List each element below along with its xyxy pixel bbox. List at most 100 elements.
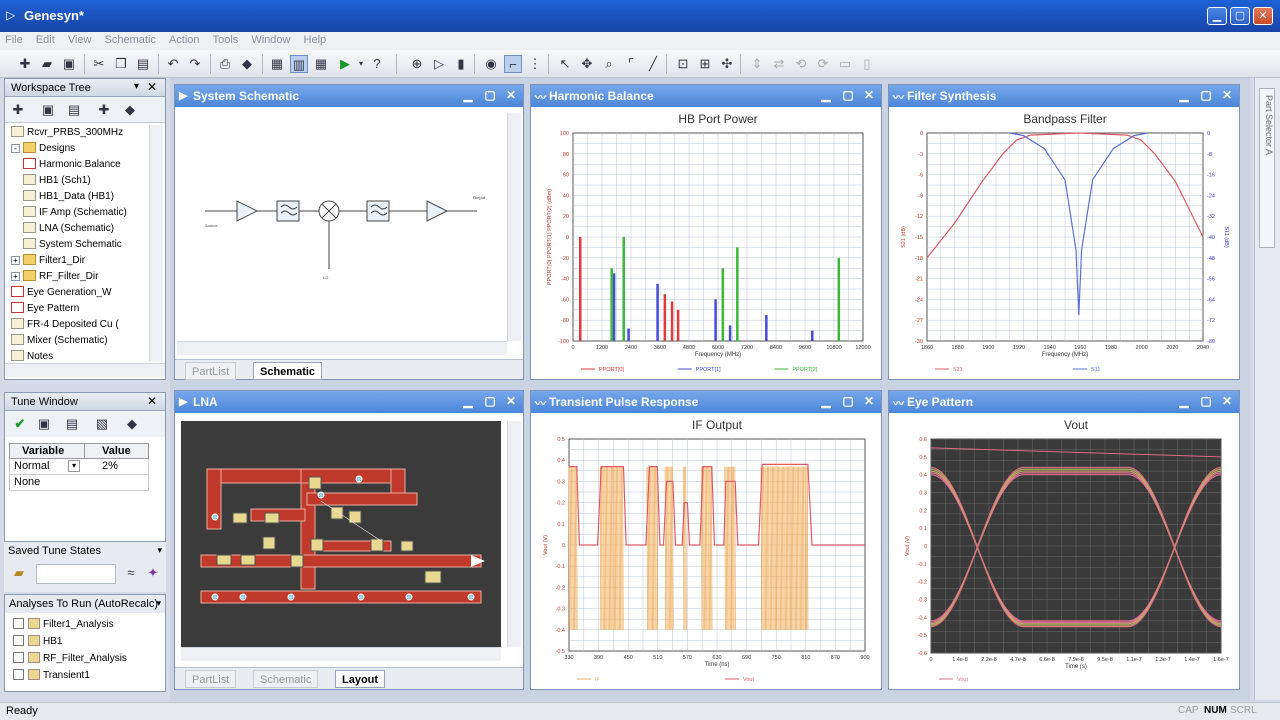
schematic-canvas[interactable]: Source Output LO [177,109,507,341]
window-maximize-icon[interactable]: ▢ [839,393,857,411]
window-close-icon[interactable]: ✕ [1218,393,1236,411]
zoom-center-icon[interactable]: ✣ [718,55,736,73]
analysis-item[interactable]: HB1 [13,634,62,650]
folder-icon[interactable]: ▰ [10,564,28,582]
lna-vscroll[interactable] [507,421,521,647]
window-close-icon[interactable]: ✕ [502,393,520,411]
align-icon[interactable]: ⇕ [748,55,766,73]
tune-row-1-value[interactable]: 2% [102,460,118,472]
rotate-icon[interactable]: ⟲ [792,55,810,73]
gem-icon[interactable]: ◆ [238,55,256,73]
tree-item[interactable]: LNA (Schematic) [23,221,114,237]
maximize-button[interactable]: ▢ [1230,7,1250,25]
tree-item[interactable]: Notes [11,349,53,361]
tree-item[interactable]: FR-4 Deposited Cu ( [11,317,119,333]
bandpass-filter-chart[interactable]: Bandpass Filter 0 -3 -6 -9 -12 -15 -18 -21 -24 -27… [891,109,1237,377]
tab-schematic[interactable]: Schematic [253,362,323,380]
analysis-checkbox[interactable] [13,669,24,680]
window-minimize-icon[interactable]: ▁ [459,393,477,411]
window-maximize-icon[interactable]: ▢ [481,393,499,411]
expand-icon[interactable]: + [11,272,20,281]
window-minimize-icon[interactable]: ▁ [1175,87,1193,105]
window-close-icon[interactable]: ✕ [860,87,878,105]
window-minimize-icon[interactable]: ▁ [1175,393,1193,411]
wire-icon[interactable]: ⌐ [504,55,522,73]
tree-item[interactable]: Rcvr_PRBS_300MHz [11,125,123,141]
window-minimize-icon[interactable]: ▁ [817,393,835,411]
schematic-vscroll[interactable] [507,113,521,341]
tree-item[interactable]: + Filter1_Dir [11,253,85,269]
tree-item[interactable]: + RF_Filter_Dir [11,269,98,285]
if-output-chart[interactable]: IF Output 0.5 0.4 0.3 0.2 0.1 0 -0.1 -0.2 -0.3 -0.… [533,415,879,687]
open-icon[interactable]: ▰ [38,55,56,73]
tab-partlist[interactable]: PartList [185,670,237,688]
snap-grid-icon[interactable]: ⋮ [526,55,544,73]
analysis-item[interactable]: Transient1 [13,668,90,684]
layout-icon[interactable]: ▦ [268,55,286,73]
zoom-fit-icon[interactable]: ⊞ [696,55,714,73]
window-minimize-icon[interactable]: ▁ [817,87,835,105]
pin-icon[interactable]: ▾ [134,81,139,92]
menu-schematic[interactable]: Schematic [100,32,161,46]
undo-icon[interactable]: ↶ [164,55,182,73]
window-close-icon[interactable]: ✕ [860,393,878,411]
tune-row-2[interactable]: None [9,475,149,491]
tree-item[interactable]: - Designs [11,141,75,157]
eye-pattern-chart[interactable]: Vout 0.6 0.5 0.4 0.3 0.2 0.1 0 -0.1 -0.2 -0.3 -0.4 -… [891,415,1237,687]
port-icon[interactable]: ▷ [430,55,448,73]
tree-item[interactable]: Mixer (Schematic) [11,333,108,349]
tree-item[interactable]: Eye Generation_W [11,285,112,301]
expand-icon[interactable]: + [11,256,20,265]
tune-magic-icon[interactable]: ✦ [144,564,162,582]
part-selector-tab[interactable]: Part Selector A [1259,88,1275,248]
tree-item[interactable]: IF Amp (Schematic) [23,205,127,221]
save-icon[interactable]: ▣ [39,101,57,119]
chevron-down-icon[interactable]: ▾ [157,545,162,556]
window-maximize-icon[interactable]: ▢ [1197,393,1215,411]
close-button[interactable]: ✕ [1253,7,1273,25]
menu-tools[interactable]: Tools [208,32,244,46]
minimize-button[interactable]: ▁ [1207,7,1227,25]
tab-schematic[interactable]: Schematic [253,670,319,688]
tree-vscroll[interactable] [149,125,163,361]
menu-file[interactable]: File [0,32,28,46]
gem-icon[interactable]: ◆ [123,415,141,433]
line-icon[interactable]: ╱ [644,55,662,73]
window-close-icon[interactable]: ✕ [502,87,520,105]
tune-row-1[interactable]: Normal ▾ 2% [9,459,149,475]
menu-action[interactable]: Action [164,32,205,46]
new-icon[interactable]: ✚ [16,55,34,73]
window-minimize-icon[interactable]: ▁ [459,87,477,105]
hb-port-power-chart[interactable]: HB Port Power 100 80 60 40 20 0 -20 -40 -60 -80 -10… [533,109,879,377]
schematic-hscroll[interactable] [177,341,507,355]
battery-icon[interactable]: ▮ [452,55,470,73]
new-doc-icon[interactable]: ✚ [9,101,27,119]
chart-icon[interactable]: ▧ [93,415,111,433]
tree-item[interactable]: Harmonic Balance [23,157,121,173]
lna-hscroll[interactable] [181,647,501,661]
save-icon[interactable]: ▣ [60,55,78,73]
tree-item[interactable]: HB1_Data (HB1) [23,189,114,205]
ungroup-icon[interactable]: ▯ [858,55,876,73]
collapse-icon[interactable]: - [11,144,20,153]
copy-icon[interactable]: ❐ [112,55,130,73]
window-maximize-icon[interactable]: ▢ [481,87,499,105]
pan-icon[interactable]: ✥ [578,55,596,73]
window-maximize-icon[interactable]: ▢ [1197,87,1215,105]
paste-icon[interactable]: ▤ [134,55,152,73]
tab-layout[interactable]: Layout [335,670,386,688]
window-maximize-icon[interactable]: ▢ [839,87,857,105]
menu-window[interactable]: Window [246,32,295,46]
lna-layout-canvas[interactable] [181,421,501,647]
add-part-icon[interactable]: ⊕ [408,55,426,73]
print-icon[interactable]: ⎙ [216,55,234,73]
layout-icon[interactable]: ▤ [63,415,81,433]
eye-icon[interactable]: ◉ [482,55,500,73]
pane-close-icon[interactable]: ✕ [147,394,157,408]
cut-icon[interactable]: ✂ [90,55,108,73]
help-icon[interactable]: ? [368,55,386,73]
settings-icon[interactable]: ▤ [65,101,83,119]
tree-item[interactable]: System Schematic [23,237,122,253]
analysis-checkbox[interactable] [13,618,24,629]
add-icon[interactable]: ✚ [95,101,113,119]
